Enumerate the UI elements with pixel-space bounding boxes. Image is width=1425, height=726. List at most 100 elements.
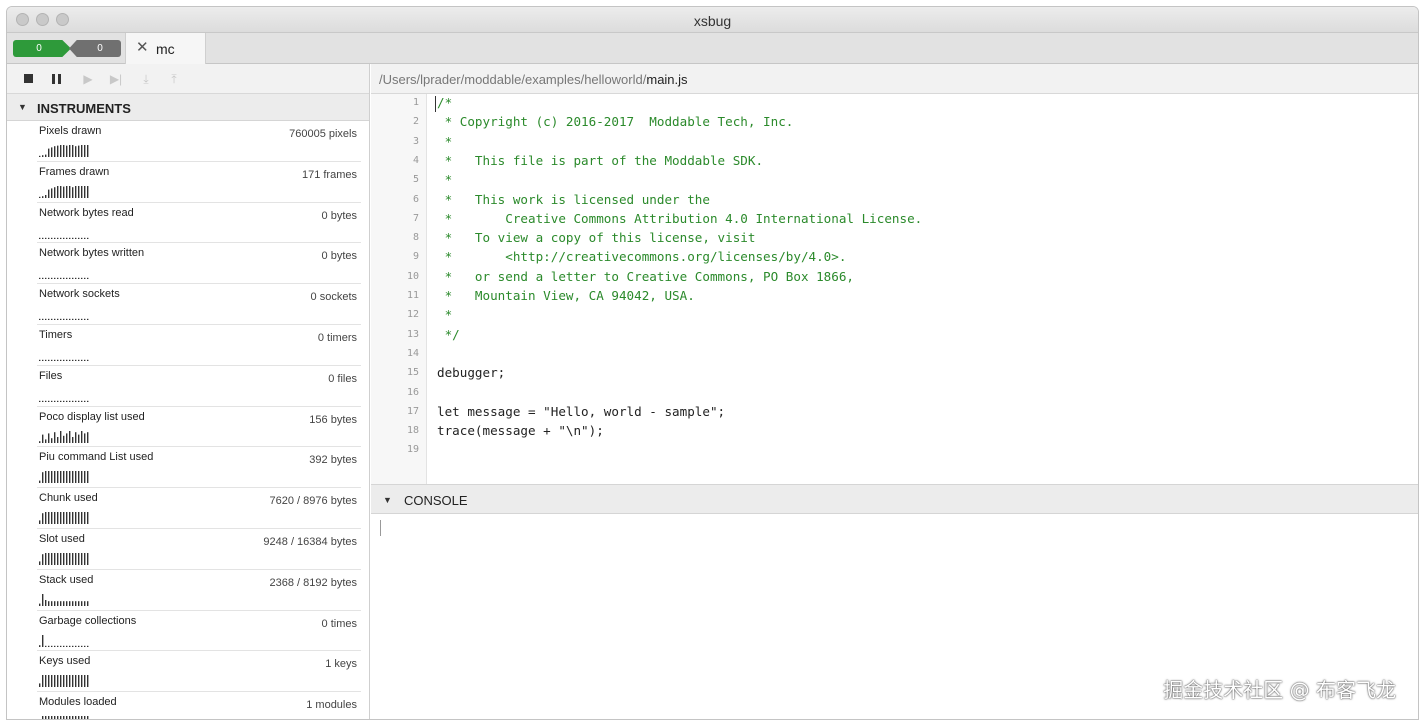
sparkline-bar [66,645,68,647]
disclosure-triangle-icon[interactable]: ▼ [383,495,392,505]
stop-icon[interactable] [21,72,35,86]
sparkline-bar [66,600,68,606]
sparkline-bar [51,359,53,361]
code-text: debugger; [437,365,506,381]
line-number[interactable]: 9 [371,251,419,262]
line-number[interactable]: 8 [371,232,419,243]
sparkline-bar [81,471,83,484]
code-line: 3 * [371,133,1418,152]
line-number[interactable]: 14 [371,348,419,359]
step-icon[interactable]: ▶| [109,72,123,86]
disclosure-triangle-icon[interactable]: ▼ [18,102,27,112]
sparkline-bar [84,400,86,402]
sparkline-bar [42,675,44,688]
line-number[interactable]: 4 [371,155,419,166]
sparkline-bar [84,675,86,688]
line-number[interactable]: 2 [371,116,419,127]
tab-machine-mc[interactable]: ✕ mc [125,33,206,64]
code-text: * This file is part of the Moddable SDK. [437,152,764,168]
sparkline-bar [72,716,74,719]
instrument-value: 0 bytes [321,209,357,222]
sparkline-bar [51,437,53,443]
line-number[interactable]: 6 [371,194,419,205]
sparkline-bar [87,600,89,606]
sparkline-bar [42,716,44,719]
sparkline-bar [81,359,83,361]
instrument-sparkline [39,552,89,565]
code-text: * [437,133,453,149]
instrument-row: Network bytes read 0 bytes [37,203,361,244]
instrument-label: Network bytes read [39,206,134,219]
line-number[interactable]: 7 [371,213,419,224]
console-header[interactable]: ▼ CONSOLE [371,484,1418,514]
step-in-icon[interactable]: ⤓ [139,72,153,86]
instrument-value: 0 files [328,372,357,385]
sparkline-bar [42,155,44,157]
sparkline-bar [45,471,47,484]
sparkline-bar [84,145,86,157]
sparkline-bar [63,435,65,443]
sparkline-bar [63,145,65,157]
instrument-row: Chunk used 7620 / 8976 bytes [37,488,361,529]
instrument-label: Garbage collections [39,614,137,627]
code-line: 18 trace(message + "\n"); [371,422,1418,441]
sparkline-bar [57,600,59,606]
line-number[interactable]: 13 [371,329,419,340]
sparkline-bar [75,552,77,565]
sparkline-bar [84,432,86,443]
line-number[interactable]: 18 [371,425,419,436]
line-number[interactable]: 11 [371,290,419,301]
line-number[interactable]: 17 [371,406,419,417]
sparkline-bar [72,675,74,688]
instrument-row: Stack used 2368 / 8192 bytes [37,570,361,611]
instrument-row: Slot used 9248 / 16384 bytes [37,529,361,570]
sparkline-bar [63,237,65,239]
code-text: let message = "Hello, world - sample"; [437,403,726,419]
sparkline-bar [84,185,86,198]
sparkline-bar [57,716,59,719]
pause-icon[interactable] [49,72,63,86]
sparkline-bar [54,400,56,402]
sparkline-bar [75,675,77,688]
line-number[interactable]: 12 [371,309,419,320]
code-text: * <http://creativecommons.org/licenses/b… [437,249,847,265]
line-number[interactable]: 19 [371,444,419,455]
sparkline-bar [51,471,53,484]
code-text: * To view a copy of this license, visit [437,230,756,246]
code-line: 1 /* [371,94,1418,113]
green-count-badge[interactable]: 0 [13,40,71,57]
sparkline-bar [69,675,71,688]
run-icon[interactable]: ▶ [81,72,95,86]
code-line: 19 [371,441,1418,460]
code-editor[interactable]: 1 /* 2 * Copyright (c) 2016-2017 Moddable … [371,94,1418,484]
line-number[interactable]: 1 [371,97,419,108]
sparkline-bar [45,716,47,719]
instruments-header[interactable]: ▼ INSTRUMENTS [7,94,369,121]
sparkline-bar [54,237,56,239]
sparkline-bar [48,432,50,443]
instrument-value: 156 bytes [309,413,357,426]
sparkline-bar [39,155,41,157]
sparkline-bar [54,318,56,321]
line-number[interactable]: 16 [371,387,419,398]
close-icon[interactable]: ✕ [136,40,149,56]
gray-count-badge[interactable]: 0 [69,40,121,57]
line-number[interactable]: 5 [371,174,419,185]
instrument-row: Keys used 1 keys [37,651,361,693]
sparkline-bar [48,600,50,606]
step-out-icon[interactable]: ⤒ [167,72,181,86]
code-line: 13 */ [371,326,1418,345]
line-number[interactable]: 3 [371,136,419,147]
sparkline-bar [57,237,59,239]
sparkline-bar [81,600,83,606]
sparkline-bar [75,431,77,443]
line-number[interactable]: 10 [371,271,419,282]
sparkline-bar [78,400,80,402]
code-line: 9 * <http://creativecommons.org/licenses… [371,248,1418,267]
sparkline-bar [78,471,80,484]
sparkline-bar [72,552,74,565]
sparkline-bar [87,645,89,647]
sparkline-bar [75,471,77,484]
line-number[interactable]: 15 [371,367,419,378]
sparkline-bar [84,318,86,321]
